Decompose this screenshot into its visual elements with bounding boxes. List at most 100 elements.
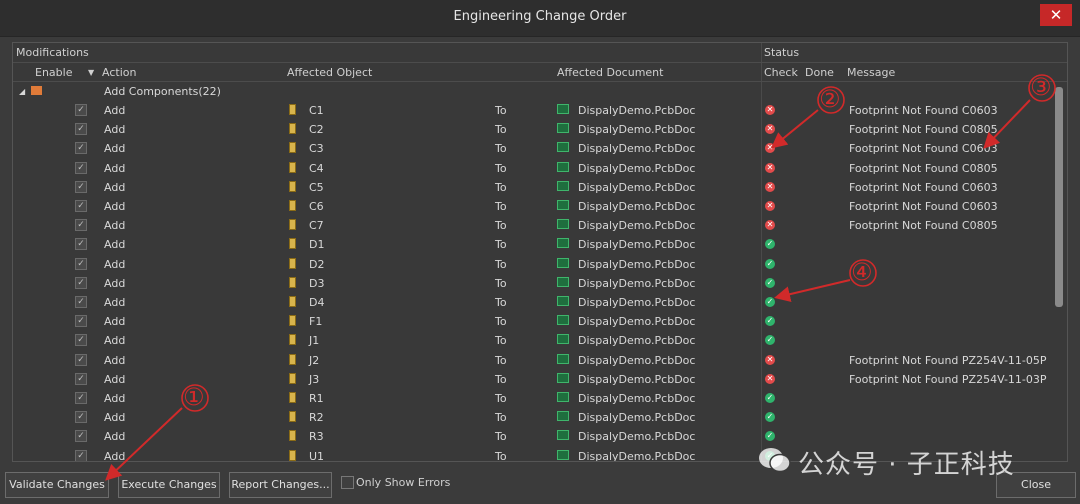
table-row[interactable]: ✓ Add R1 To DispalyDemo.PcbDoc ✓: [13, 389, 1053, 408]
table-row[interactable]: ✓ Add J3 To DispalyDemo.PcbDoc ✕ Footprint Not…: [13, 370, 1053, 389]
expand-triangle-icon[interactable]: ◢: [19, 87, 25, 96]
table-row[interactable]: ✓ Add C7 To DispalyDemo.PcbDoc ✕ Footprint Not…: [13, 216, 1053, 235]
col-affected-object[interactable]: Affected Object: [287, 66, 372, 79]
to-cell: To: [495, 200, 507, 213]
changes-grid: Modifications Status Enable ▼ Action Aff…: [12, 42, 1068, 462]
only-show-errors-checkbox[interactable]: [341, 476, 354, 489]
pcb-document-icon: [557, 430, 569, 441]
document-cell: DispalyDemo.PcbDoc: [578, 411, 696, 425]
component-icon: [289, 219, 296, 231]
enable-checkbox[interactable]: ✓: [75, 104, 87, 116]
component-icon: [289, 353, 296, 365]
enable-checkbox[interactable]: ✓: [75, 219, 87, 232]
col-action[interactable]: Action: [102, 66, 136, 79]
error-status-icon: ✕: [765, 354, 775, 365]
col-check[interactable]: Check: [764, 66, 798, 79]
table-row[interactable]: ✓ Add D4 To DispalyDemo.PcbDoc ✓: [13, 293, 1053, 312]
table-row[interactable]: ✓ Add C6 To DispalyDemo.PcbDoc ✕ Footprint Not…: [13, 197, 1053, 216]
object-cell: J1: [309, 334, 320, 348]
document-cell: DispalyDemo.PcbDoc: [578, 430, 696, 444]
table-row[interactable]: ✓ Add C4 To DispalyDemo.PcbDoc ✕ Footprint Not…: [13, 159, 1053, 178]
document-cell: DispalyDemo.PcbDoc: [578, 104, 696, 117]
action-cell: Add: [104, 392, 126, 405]
vertical-scrollbar[interactable]: [1055, 87, 1063, 307]
table-row[interactable]: ✓ Add C2 To DispalyDemo.PcbDoc ✕ Footprint Not…: [13, 120, 1053, 139]
pcb-document-icon: [557, 219, 569, 230]
table-row[interactable]: ✓ Add D2 To DispalyDemo.PcbDoc ✓: [13, 255, 1053, 274]
error-status-icon: ✕: [765, 105, 775, 115]
pcb-document-icon: [557, 315, 569, 326]
to-cell: To: [495, 257, 507, 271]
enable-checkbox[interactable]: ✓: [75, 353, 87, 366]
enable-checkbox[interactable]: ✓: [75, 334, 87, 347]
enable-checkbox[interactable]: ✓: [75, 180, 87, 193]
pcb-document-icon: [557, 200, 569, 210]
col-affected-document[interactable]: Affected Document: [557, 66, 663, 79]
title-bar: Engineering Change Order ✕: [0, 0, 1080, 37]
table-row[interactable]: ✓ Add C5 To DispalyDemo.PcbDoc ✕ Footprint Not…: [13, 178, 1053, 197]
enable-checkbox[interactable]: ✓: [75, 296, 87, 308]
table-row[interactable]: ✓ Add R2 To DispalyDemo.PcbDoc ✓: [13, 408, 1053, 427]
table-row[interactable]: ✓ Add J2 To DispalyDemo.PcbDoc ✕ Footprint Not…: [13, 351, 1053, 370]
enable-checkbox[interactable]: ✓: [75, 372, 87, 385]
validate-changes-button[interactable]: Validate Changes: [5, 472, 109, 498]
object-cell: C2: [309, 123, 324, 137]
enable-checkbox[interactable]: ✓: [75, 238, 87, 251]
enable-checkbox[interactable]: ✓: [75, 123, 87, 136]
col-enable[interactable]: Enable: [35, 66, 72, 79]
col-done[interactable]: Done: [805, 66, 834, 79]
enable-checkbox[interactable]: ✓: [75, 315, 87, 328]
table-row[interactable]: ✓ Add C3 To DispalyDemo.PcbDoc ✕ Footprint Not…: [13, 139, 1053, 158]
component-icon: [289, 123, 296, 135]
action-cell: Add: [104, 276, 126, 290]
action-cell: Add: [104, 334, 126, 348]
enable-checkbox[interactable]: ✓: [75, 257, 87, 270]
error-status-icon: ✕: [765, 220, 775, 231]
enable-checkbox[interactable]: ✓: [75, 161, 87, 174]
group-row[interactable]: ◢ Add Components(22): [13, 82, 1053, 101]
enable-checkbox[interactable]: ✓: [75, 411, 87, 424]
document-cell: DispalyDemo.PcbDoc: [578, 161, 696, 175]
action-cell: Add: [104, 180, 126, 194]
object-cell: R3: [309, 430, 324, 444]
ok-status-icon: ✓: [765, 316, 775, 327]
enable-checkbox[interactable]: ✓: [75, 142, 87, 155]
enable-checkbox[interactable]: ✓: [75, 449, 87, 461]
component-icon: [289, 200, 296, 211]
table-row[interactable]: ✓ Add D3 To DispalyDemo.PcbDoc ✓: [13, 274, 1053, 293]
enable-checkbox[interactable]: ✓: [75, 430, 87, 443]
pcb-document-icon: [557, 123, 569, 134]
ok-status-icon: ✓: [765, 335, 775, 346]
execute-changes-button[interactable]: Execute Changes: [118, 472, 220, 498]
to-cell: To: [495, 276, 507, 290]
to-cell: To: [495, 180, 507, 194]
table-row[interactable]: ✓ Add F1 To DispalyDemo.PcbDoc ✓: [13, 312, 1053, 331]
message-cell: Footprint Not Found C0603: [849, 142, 998, 156]
component-icon: [289, 296, 296, 307]
pcb-document-icon: [557, 257, 569, 268]
pcb-document-icon: [557, 180, 569, 191]
to-cell: To: [495, 219, 507, 233]
enable-checkbox[interactable]: ✓: [75, 392, 87, 404]
message-cell: Footprint Not Found PZ254V-11-03P: [849, 372, 1047, 386]
to-cell: To: [495, 123, 507, 137]
col-message[interactable]: Message: [847, 66, 895, 79]
close-window-button[interactable]: ✕: [1040, 4, 1072, 26]
sort-down-icon[interactable]: ▼: [88, 68, 94, 77]
to-cell: To: [495, 372, 507, 386]
wechat-icon: [759, 448, 791, 473]
table-row[interactable]: ✓ Add C1 To DispalyDemo.PcbDoc ✕ Footprint Not…: [13, 101, 1053, 120]
document-cell: DispalyDemo.PcbDoc: [578, 123, 696, 137]
enable-checkbox[interactable]: ✓: [75, 200, 87, 212]
message-cell: Footprint Not Found C0805: [849, 219, 998, 233]
table-row[interactable]: ✓ Add J1 To DispalyDemo.PcbDoc ✓: [13, 331, 1053, 350]
to-cell: To: [495, 238, 507, 252]
to-cell: To: [495, 104, 507, 117]
table-row[interactable]: ✓ Add D1 To DispalyDemo.PcbDoc ✓: [13, 235, 1053, 254]
only-show-errors-label: Only Show Errors: [356, 476, 451, 489]
annotation-label-2: ②: [819, 85, 841, 113]
to-cell: To: [495, 411, 507, 425]
enable-checkbox[interactable]: ✓: [75, 276, 87, 289]
object-cell: C6: [309, 200, 324, 213]
report-changes-button[interactable]: Report Changes...: [229, 472, 332, 498]
